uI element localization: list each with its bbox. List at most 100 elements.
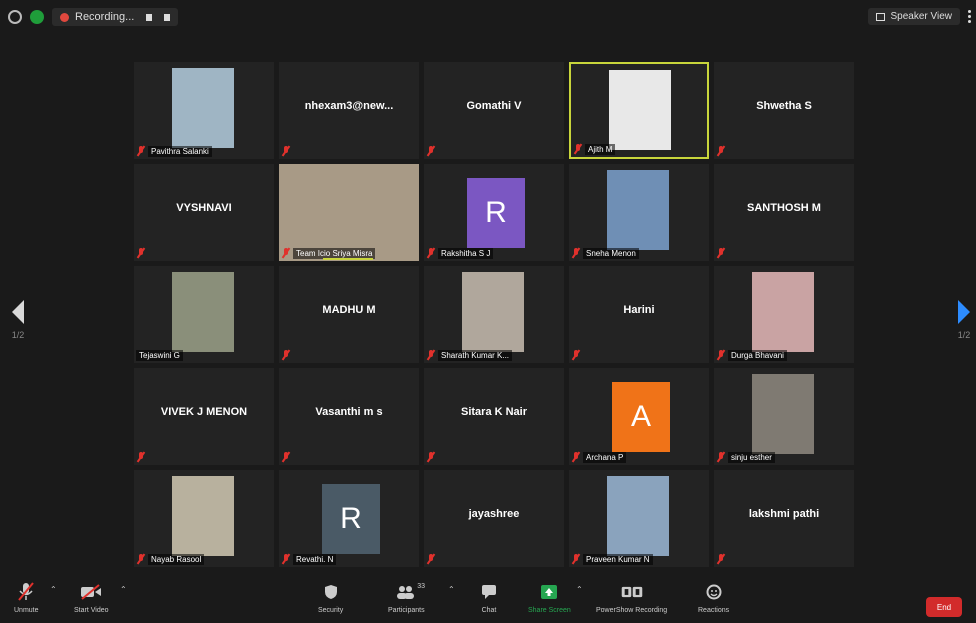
speaker-view-label: Speaker View [890,11,952,22]
unmute-button[interactable]: Unmute [14,581,39,614]
participants-icon: 33 [395,581,425,603]
video-options-caret-icon[interactable]: ⌃ [120,585,127,594]
powershow-recording-button[interactable]: PowerShow Recording [596,581,667,614]
participant-tile[interactable]: Vasanthi m s [279,368,419,465]
participants-caret-icon[interactable]: ⌃ [448,585,455,594]
participants-button[interactable]: 33 Participants [388,581,425,614]
arrow-right-icon [958,300,970,324]
participant-tile[interactable]: MADHU M [279,266,419,363]
info-icon[interactable] [8,10,22,24]
meeting-toolbar: Unmute ⌃ Start Video ⌃ Security 33 Parti… [0,575,976,623]
video-feed [279,164,419,261]
avatar: R [322,484,380,554]
participant-tile[interactable]: Durga Bhavani [714,266,854,363]
participant-tile[interactable]: R Rakshitha S J [424,164,564,261]
muted-microphone-icon [282,350,290,360]
participant-name: MADHU M [322,304,376,316]
participant-name: nhexam3@new... [304,100,394,112]
muted-microphone-icon [717,554,725,564]
camera-off-icon [80,581,102,603]
participant-label: Tejaswini G [136,350,183,361]
muted-microphone-icon [282,248,290,258]
record-dot-icon [60,12,69,22]
pause-recording-icon[interactable] [146,13,153,21]
participant-tile[interactable]: Gomathi V [424,62,564,159]
start-video-button[interactable]: Start Video [74,581,109,614]
muted-microphone-icon [717,452,725,462]
participant-name: Sitara K Nair [460,406,528,418]
profile-photo [462,272,524,352]
end-label: End [936,602,952,612]
share-screen-button[interactable]: Share Screen [528,581,571,614]
participant-name: SANTHOSH M [747,202,821,214]
participant-tile[interactable]: lakshmi pathi [714,470,854,567]
profile-photo [172,272,234,352]
arrow-left-icon [12,300,24,324]
audio-options-caret-icon[interactable]: ⌃ [50,585,57,594]
participant-label: Pavithra Salanki [148,146,212,157]
participants-label: Participants [388,607,425,614]
more-options-icon[interactable] [968,10,972,24]
participant-label: Revathi. N [293,554,337,565]
muted-microphone-icon [572,554,580,564]
top-bar: Recording... Speaker View [0,0,976,34]
unmute-label: Unmute [14,607,39,614]
muted-microphone-icon [137,248,145,258]
profile-photo [607,170,669,250]
next-page-button[interactable]: 1/2 [954,300,974,340]
security-label: Security [318,607,344,614]
participant-tile[interactable]: Tejaswini G [134,266,274,363]
participant-tile[interactable]: Praveen Kumar N [569,470,709,567]
page-indicator-left: 1/2 [11,330,25,340]
view-grid-icon [876,12,886,21]
participant-name: Gomathi V [466,100,522,112]
powershow-label: PowerShow Recording [596,607,668,614]
muted-microphone-icon [282,452,290,462]
security-button[interactable]: Security [318,581,343,614]
encryption-shield-icon[interactable] [30,10,44,24]
participant-tile[interactable]: Sitara K Nair [424,368,564,465]
chat-button[interactable]: Chat [478,581,500,614]
participant-label: Sharath Kumar K... [438,350,513,361]
participant-label: Archana P [583,452,627,463]
participant-tile[interactable]: jayashree [424,470,564,567]
recording-label: Recording... [75,11,135,23]
participant-label: Sneha Menon [583,248,639,259]
participant-tile[interactable]: SANTHOSH M [714,164,854,261]
gallery-grid: Pavithra Salanki nhexam3@new... Gomathi V A… [134,62,854,568]
smiley-icon [703,581,725,603]
previous-page-button[interactable]: 1/2 [8,300,28,340]
share-options-caret-icon[interactable]: ⌃ [576,585,583,594]
muted-microphone-icon [717,350,725,360]
top-left-group: Recording... [8,8,179,26]
participant-label: Rakshitha S J [438,248,494,259]
participant-tile[interactable]: VIVEK J MENON [134,368,274,465]
participant-name: VYSHNAVI [176,202,232,214]
participant-tile[interactable]: Harini [569,266,709,363]
muted-microphone-icon [282,146,290,156]
participant-tile[interactable]: Sharath Kumar K... [424,266,564,363]
stop-recording-icon[interactable] [164,13,171,21]
end-meeting-button[interactable]: End [926,597,962,617]
muted-microphone-icon [427,146,435,156]
participant-tile[interactable]: Sneha Menon [569,164,709,261]
participant-tile[interactable]: nhexam3@new... [279,62,419,159]
participant-tile[interactable]: Shwetha S [714,62,854,159]
participant-tile[interactable]: R Revathi. N [279,470,419,567]
participant-tile[interactable]: A Archana P [569,368,709,465]
page-indicator-right: 1/2 [957,330,971,340]
participant-tile[interactable]: Ajith M [569,62,709,159]
avatar: A [612,382,670,452]
participant-tile[interactable]: VYSHNAVI [134,164,274,261]
speaker-view-button[interactable]: Speaker View [868,8,960,25]
participant-tile[interactable]: Nayab Rasool [134,470,274,567]
participant-tile[interactable]: Pavithra Salanki [134,62,274,159]
participant-tile[interactable]: Team Icio Sriya Misra [279,164,419,261]
participant-label: Durga Bhavani [728,350,787,361]
participant-tile[interactable]: sinju esther [714,368,854,465]
slides-icon [621,581,643,603]
muted-microphone-icon [574,144,582,154]
participant-name: jayashree [468,508,520,520]
chat-bubble-icon [478,581,500,603]
reactions-button[interactable]: Reactions [698,581,729,614]
